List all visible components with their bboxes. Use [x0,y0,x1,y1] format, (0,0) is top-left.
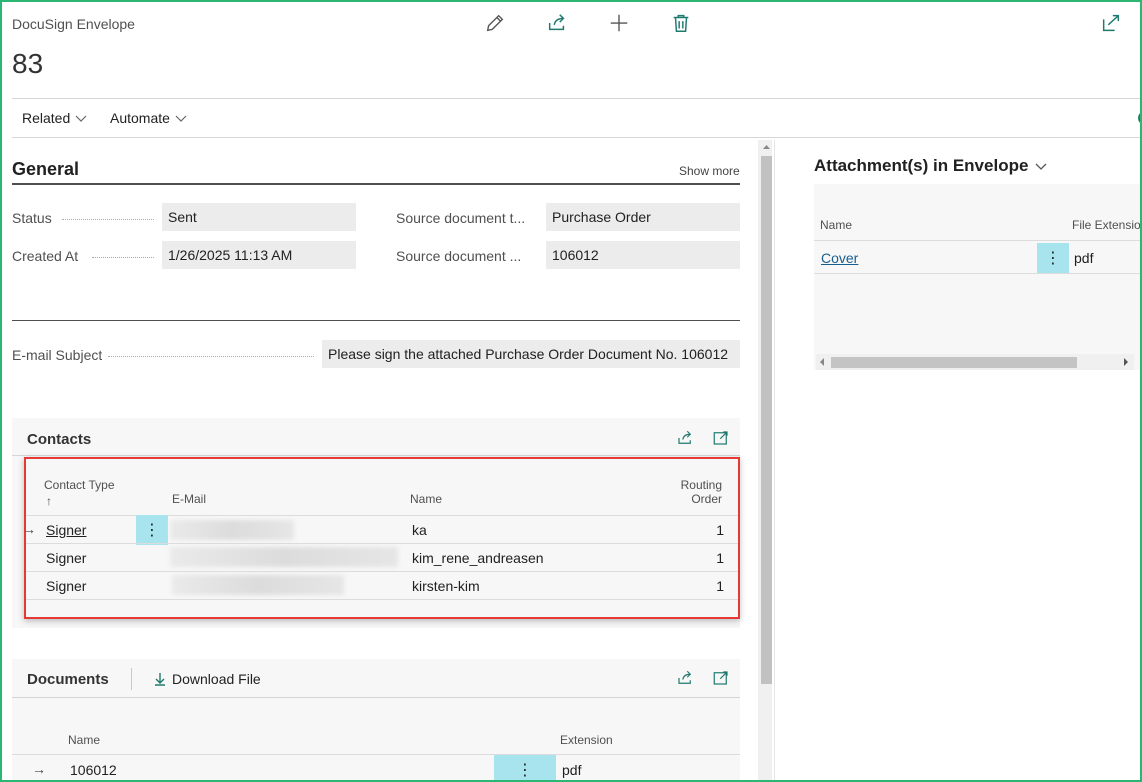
download-icon [155,673,165,686]
documents-header-divider [12,697,740,698]
documents-grid-header-line [12,754,740,755]
status-label: Status [12,210,52,226]
general-sub-divider [12,320,740,321]
attachment-extension-cell[interactable]: pdf [1074,250,1093,266]
documents-toolbar-separator [131,668,132,690]
table-row-divider [814,273,1140,274]
automate-menu-label: Automate [110,110,170,126]
email-subject-dots [108,356,314,357]
scroll-left-icon[interactable] [818,357,826,367]
page-caption: DocuSign Envelope [12,16,135,32]
source-document-no-field[interactable]: 106012 [546,241,740,269]
documents-share-button[interactable] [676,669,694,690]
attachments-section-header[interactable]: Attachment(s) in Envelope [814,156,1048,176]
current-row-arrow-icon: → [32,761,46,777]
share-button[interactable] [546,12,572,36]
row-actions-button[interactable]: ⋮ [1037,243,1069,273]
delete-icon [673,14,689,32]
edit-button[interactable] [484,12,510,36]
created-at-dots [92,257,154,258]
download-file-button[interactable]: Download File [152,671,261,687]
document-name-column-header[interactable]: Name [68,733,100,747]
contacts-title[interactable]: Contacts [27,431,91,448]
attachments-title: Attachment(s) in Envelope [814,156,1029,175]
email-subject-field[interactable]: Please sign the attached Purchase Order … [322,340,740,368]
email-subject-label: E-mail Subject [12,347,103,363]
highlight-annotation-box [24,457,740,619]
more-vertical-icon: ⋮ [517,762,533,779]
status-dot [1138,112,1140,124]
record-number: 83 [12,48,44,79]
source-document-type-label: Source document t... [396,210,526,226]
document-extension-column-header[interactable]: Extension [560,733,613,747]
delete-button[interactable] [670,12,696,36]
menu-divider [12,137,1140,138]
attachment-name-column-header[interactable]: Name [820,218,852,232]
documents-panel [12,659,740,780]
attachment-name-cell[interactable]: Cover [821,250,858,266]
status-field[interactable]: Sent [162,203,356,231]
automate-menu[interactable]: Automate [110,110,188,126]
document-extension-cell[interactable]: pdf [562,762,581,778]
attachments-grid-header-line [814,240,1140,241]
open-in-new-window-icon [1102,14,1120,32]
share-icon [548,14,565,31]
chevron-down-icon [1035,163,1047,170]
docusign-envelope-page: DocuSign Envelope 83 Related Automate Ge… [0,0,1142,782]
row-actions-button[interactable]: ⋮ [494,755,556,780]
related-menu-label: Related [22,110,71,126]
documents-expand-button[interactable] [712,669,730,690]
status-dots [62,219,154,220]
created-at-label: Created At [12,248,79,264]
related-menu[interactable]: Related [22,110,88,126]
expand-icon [713,431,728,445]
scroll-right-icon[interactable] [1122,357,1130,367]
source-document-type-field[interactable]: Purchase Order [546,203,740,231]
general-underline [12,183,740,185]
attachment-extension-column-header[interactable]: File Extensio [1072,218,1140,232]
expand-icon [713,671,728,685]
contacts-expand-button[interactable] [712,429,730,450]
new-button[interactable] [608,12,634,36]
scroll-up-icon[interactable] [761,142,772,152]
source-document-no-label: Source document ... [396,248,522,264]
contacts-header-divider [12,455,740,456]
contacts-share-button[interactable] [676,429,694,450]
share-icon [678,670,692,684]
attachments-panel [814,184,1140,370]
document-name-cell[interactable]: 106012 [70,762,117,778]
add-icon [610,14,628,32]
chevron-down-icon [75,115,87,122]
vertical-scrollbar-thumb[interactable] [761,156,772,684]
edit-icon [486,14,504,32]
factbox-divider [774,140,775,780]
share-icon [678,430,692,444]
download-file-label: Download File [172,671,261,687]
more-vertical-icon: ⋮ [1045,250,1061,267]
show-more-link[interactable]: Show more [679,164,740,178]
open-new-window-button[interactable] [1100,12,1126,36]
general-section-title[interactable]: General [12,159,79,180]
header-divider [12,98,1140,99]
chevron-down-icon [175,115,187,122]
created-at-field[interactable]: 1/26/2025 11:13 AM [162,241,356,269]
documents-title[interactable]: Documents [27,671,109,688]
horizontal-scrollbar-thumb[interactable] [831,357,1077,368]
